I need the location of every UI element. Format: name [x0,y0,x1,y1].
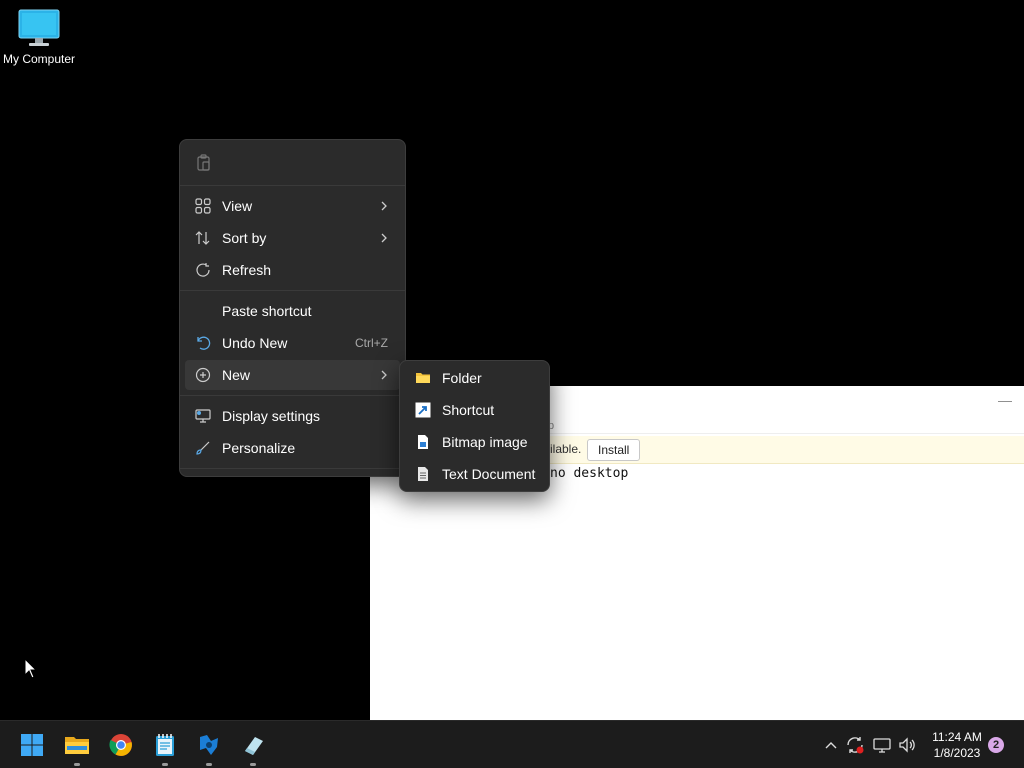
refresh-icon [195,262,211,278]
taskbar-app-blue[interactable] [193,729,225,766]
taskbar-file-explorer[interactable] [61,729,93,766]
menu-item-label: Paste shortcut [222,303,312,319]
taskbar-chrome[interactable] [105,729,137,761]
chevron-right-icon [378,198,390,219]
running-indicator [206,763,212,766]
paste-icon[interactable] [196,154,212,177]
taskbar-notepad[interactable] [149,729,181,766]
menu-item-label: Refresh [222,262,272,278]
file-explorer-icon [65,737,89,754]
network-icon[interactable] [872,735,892,755]
submenu-item-label: Text Document [442,466,536,482]
chevron-up-icon[interactable] [821,735,841,755]
folder-icon [415,370,431,386]
taskbar-app-eraser[interactable] [237,729,269,766]
personalize-brush-icon [195,440,211,456]
menu-separator [180,290,405,291]
volume-icon[interactable] [898,735,918,755]
submenu-item-label: Bitmap image [442,434,528,450]
blue-app-icon [200,735,218,755]
bitmap-image-icon [415,434,431,450]
display-settings-icon [195,408,211,424]
start-button[interactable] [16,729,48,761]
chevron-right-icon [378,367,390,388]
banner-text: ilable. [550,442,582,456]
running-indicator [162,763,168,766]
new-submenu: Folder Shortcut Bitmap image Text Docume… [399,360,550,492]
running-indicator [250,763,256,766]
desktop-icon-my-computer[interactable]: My Computer [0,8,78,66]
editor-content[interactable]: no desktop [550,466,628,481]
minimize-button[interactable]: — [998,392,1012,408]
menu-item-undo-new[interactable]: Undo New Ctrl+Z [185,328,400,358]
submenu-item-shortcut[interactable]: Shortcut [405,395,544,425]
menu-item-label: Sort by [222,230,267,246]
menu-item-sort-by[interactable]: Sort by [185,223,400,253]
monitor-icon [18,9,60,46]
windows-logo-icon [21,734,43,756]
desktop-icon-label: My Computer [2,52,76,66]
chevron-right-icon [378,230,390,251]
menu-item-label: New [222,367,251,383]
sort-icon [195,230,211,246]
eraser-app-icon [245,737,263,755]
menu-item-personalize[interactable]: Personalize [185,433,400,463]
clock-time: 11:24 AM [932,730,982,744]
install-button[interactable]: Install [587,439,641,461]
shortcut-hint: Ctrl+Z [355,336,388,350]
desktop-context-menu: View Sort by Refresh Paste shortcut Undo… [179,139,406,477]
clock-date: 1/8/2023 [933,746,981,760]
view-grid-icon [195,198,211,214]
notepad-icon [156,734,174,756]
submenu-item-folder[interactable]: Folder [405,363,544,393]
menu-item-label: Personalize [222,440,296,456]
menu-item-new[interactable]: New [185,360,400,390]
menu-item-label: Undo New [222,335,288,351]
chrome-icon [109,734,132,756]
running-indicator [74,763,80,766]
submenu-item-bitmap-image[interactable]: Bitmap image [405,427,544,457]
mouse-pointer-icon [24,657,38,685]
menu-item-display-settings[interactable]: Display settings [185,401,400,431]
menu-separator [180,468,405,469]
menu-separator [180,395,405,396]
submenu-item-label: Folder [442,370,482,386]
system-clock[interactable]: 11:24 AM 1/8/2023 [926,729,988,761]
undo-icon [195,335,211,351]
context-menu-quick-actions [180,140,405,186]
new-plus-icon [195,367,211,383]
shortcut-icon [415,402,431,418]
menu-item-paste-shortcut[interactable]: Paste shortcut [185,296,400,326]
notification-badge[interactable]: 2 [988,737,1004,753]
submenu-item-label: Shortcut [442,402,495,418]
text-document-icon [415,466,431,482]
sync-icon[interactable] [845,735,865,755]
menu-item-refresh[interactable]: Refresh [185,255,400,285]
menu-item-view[interactable]: View [185,191,400,221]
taskbar: 11:24 AM 1/8/2023 2 [0,720,1024,768]
menu-item-label: Display settings [222,408,321,424]
submenu-item-text-document[interactable]: Text Document [405,459,544,489]
menu-item-label: View [222,198,253,214]
